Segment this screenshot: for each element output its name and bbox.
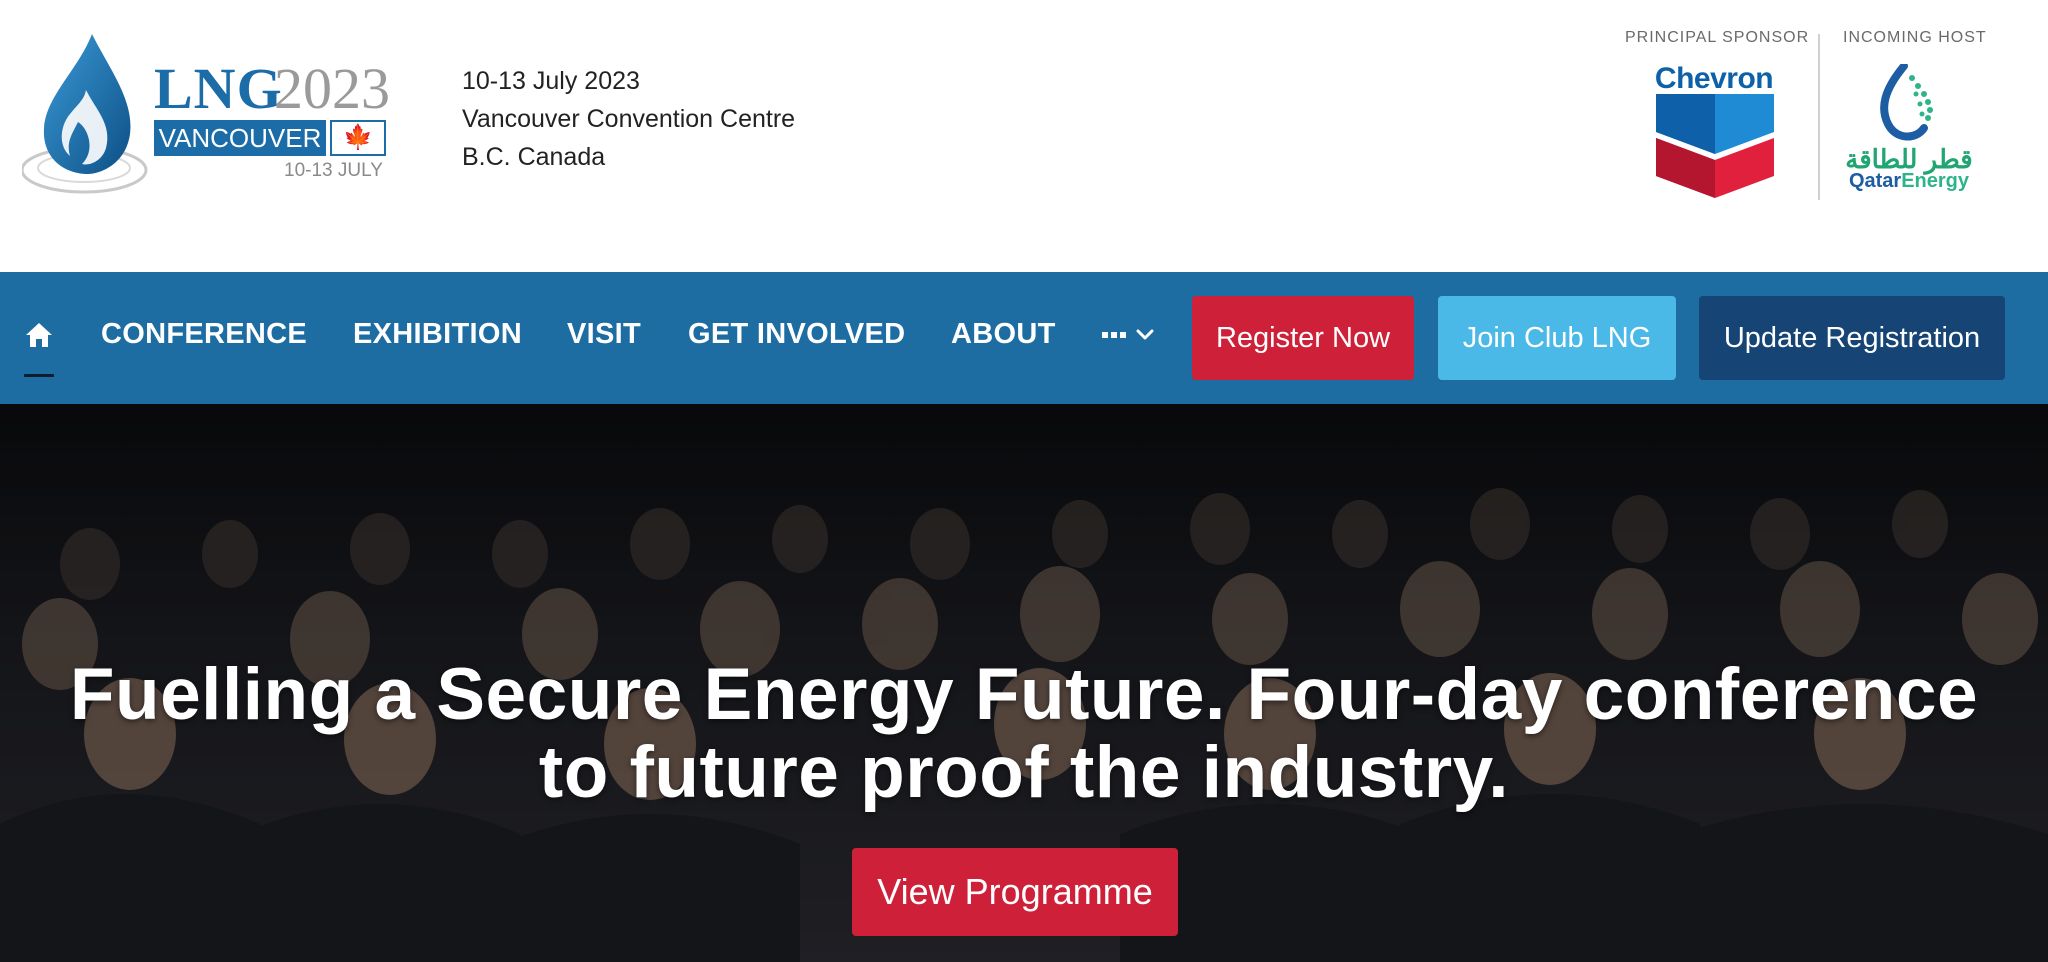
active-nav-indicator: [24, 374, 54, 377]
hero-headline-line2: to future proof the industry.: [538, 732, 1510, 813]
register-now-button[interactable]: Register Now: [1192, 296, 1414, 380]
more-dots-icon: [1102, 329, 1154, 340]
qatarenergy-name-part2: Energy: [1901, 170, 1970, 192]
principal-sponsor-label: PRINCIPAL SPONSOR: [1625, 29, 1810, 46]
join-club-lng-button[interactable]: Join Club LNG: [1438, 296, 1676, 380]
logo-city: VANCOUVER: [154, 120, 326, 156]
event-location: B.C. Canada: [462, 143, 606, 171]
home-icon[interactable]: [24, 320, 54, 350]
qatarenergy-name-part1: Qatar: [1848, 170, 1902, 192]
logo-dates: 10-13 JULY: [284, 160, 383, 181]
chevron-hallmark-icon: [1656, 94, 1774, 198]
site-header: LNG 2023 VANCOUVER 🍁 10-13 JULY 10-13 Ju…: [0, 0, 2048, 272]
logo-year: 2023: [274, 56, 390, 121]
chevron-wordmark: Chevron: [1654, 62, 1774, 95]
nav-item-conference[interactable]: CONFERENCE: [101, 318, 307, 351]
logo-brand: LNG: [154, 56, 283, 121]
nav-more-menu[interactable]: [1102, 320, 1162, 357]
nav-item-get-involved[interactable]: GET INVOLVED: [688, 318, 905, 351]
update-registration-button[interactable]: Update Registration: [1699, 296, 2005, 380]
event-date: 10-13 July 2023: [462, 67, 640, 95]
nav-item-visit[interactable]: VISIT: [567, 318, 641, 351]
qatarenergy-name: QatarEnergy: [1844, 170, 1974, 193]
lng-2023-logo[interactable]: LNG 2023 VANCOUVER 🍁 10-13 JULY: [22, 30, 402, 200]
maple-leaf-icon: 🍁: [330, 120, 386, 156]
incoming-host-label: INCOMING HOST: [1843, 29, 1987, 46]
sponsor-divider: [1818, 34, 1820, 200]
qatarenergy-logo[interactable]: قطر للطاقة QatarEnergy: [1844, 64, 1974, 204]
event-info: 10-13 July 2023 Vancouver Convention Cen…: [462, 62, 795, 176]
flame-drop-icon: [22, 34, 148, 194]
event-venue: Vancouver Convention Centre: [462, 105, 796, 133]
chevron-logo[interactable]: Chevron: [1652, 62, 1776, 202]
view-programme-button[interactable]: View Programme: [852, 848, 1178, 936]
nav-item-about[interactable]: ABOUT: [951, 318, 1056, 351]
main-navbar: CONFERENCE EXHIBITION VISIT GET INVOLVED…: [0, 272, 2048, 404]
nav-item-exhibition[interactable]: EXHIBITION: [353, 318, 522, 351]
qatarenergy-drop-icon: [1880, 64, 1933, 141]
hero-headline-line1: Fuelling a Secure Energy Future. Four-da…: [69, 654, 1979, 735]
hero-headline: Fuelling a Secure Energy Future. Four-da…: [0, 656, 2048, 812]
hero-banner: Fuelling a Secure Energy Future. Four-da…: [0, 404, 2048, 962]
